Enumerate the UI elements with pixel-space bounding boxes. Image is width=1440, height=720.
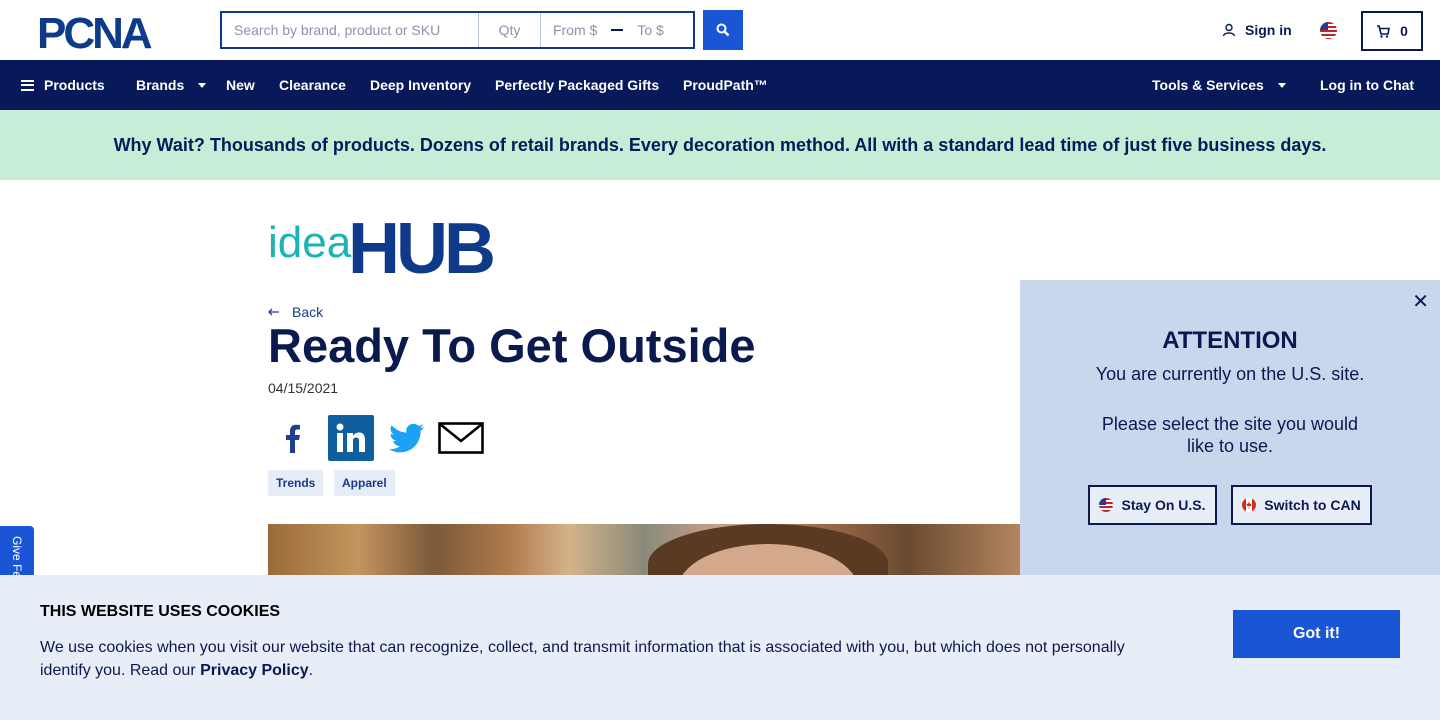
article-date: 04/15/2021 bbox=[268, 380, 339, 396]
caret-down-icon bbox=[198, 82, 207, 88]
arrow-left-icon bbox=[268, 308, 279, 316]
nav-tools-label: Tools & Services bbox=[1152, 77, 1264, 93]
user-icon bbox=[1222, 23, 1236, 37]
close-icon[interactable]: ✕ bbox=[1412, 289, 1429, 314]
nav-deep-inventory-label: Deep Inventory bbox=[370, 77, 472, 93]
stay-us-label: Stay On U.S. bbox=[1121, 497, 1206, 513]
site-select-modal: ✕ ATTENTION You are currently on the U.S… bbox=[1020, 280, 1440, 580]
sign-in-link[interactable]: Sign in bbox=[1222, 22, 1292, 38]
switch-can-button[interactable]: Switch to CAN bbox=[1231, 485, 1372, 525]
chat-login-link[interactable]: Log in to Chat bbox=[1320, 60, 1414, 110]
nav-gifts[interactable]: Perfectly Packaged Gifts bbox=[495, 60, 659, 110]
tag-apparel[interactable]: Apparel bbox=[334, 470, 395, 496]
nav-gifts-label: Perfectly Packaged Gifts bbox=[495, 77, 660, 93]
share-bar bbox=[268, 414, 486, 462]
cart-icon bbox=[1377, 24, 1391, 38]
us-flag-icon bbox=[1099, 498, 1114, 512]
nav-products[interactable]: Products bbox=[21, 60, 105, 110]
cookie-end: . bbox=[308, 662, 314, 679]
price-to-input[interactable]: To $ bbox=[637, 22, 663, 38]
nav-brands[interactable]: Brands bbox=[136, 60, 207, 110]
price-from-input[interactable]: From $ bbox=[553, 22, 597, 38]
nav-clearance[interactable]: Clearance bbox=[279, 60, 346, 110]
promo-text: Why Wait? Thousands of products. Dozens … bbox=[113, 134, 1327, 155]
nav-deep-inventory[interactable]: Deep Inventory bbox=[370, 60, 471, 110]
menu-icon bbox=[21, 79, 34, 91]
qty-input[interactable]: Qty bbox=[479, 13, 541, 47]
us-flag-icon[interactable] bbox=[1320, 22, 1337, 39]
nav-proudpath[interactable]: ProudPath™ bbox=[683, 60, 768, 110]
canada-flag-icon bbox=[1242, 498, 1257, 512]
price-range: From $ To $ bbox=[541, 13, 693, 47]
search-button[interactable] bbox=[703, 10, 743, 50]
got-it-button[interactable]: Got it! bbox=[1233, 610, 1400, 658]
caret-down-icon bbox=[1277, 82, 1286, 88]
stay-us-button[interactable]: Stay On U.S. bbox=[1088, 485, 1217, 525]
linkedin-icon[interactable] bbox=[328, 415, 374, 461]
logo-text: PCNA bbox=[37, 12, 152, 50]
search-icon bbox=[716, 23, 730, 37]
cart-count: 0 bbox=[1400, 23, 1408, 39]
cookie-heading: THIS WEBSITE USES COOKIES bbox=[40, 603, 281, 620]
nav-new-label: New bbox=[226, 77, 255, 93]
nav-proudpath-label: ProudPath™ bbox=[683, 77, 768, 93]
switch-can-label: Switch to CAN bbox=[1264, 497, 1361, 513]
email-icon[interactable] bbox=[436, 415, 486, 461]
cookie-text: We use cookies when you visit our websit… bbox=[40, 636, 1150, 682]
ideahub-logo-part2: HUB bbox=[348, 213, 493, 275]
chat-login-label: Log in to Chat bbox=[1320, 77, 1415, 93]
tag-trends[interactable]: Trends bbox=[268, 470, 324, 496]
article-title: Ready To Get Outside bbox=[268, 319, 756, 372]
cart-button[interactable]: 0 bbox=[1361, 11, 1423, 51]
ideahub-logo-part1: idea bbox=[268, 218, 352, 267]
search-input[interactable]: Search by brand, product or SKU bbox=[222, 13, 479, 47]
promo-banner: Why Wait? Thousands of products. Dozens … bbox=[0, 110, 1440, 180]
attention-line1: You are currently on the U.S. site. bbox=[1095, 364, 1365, 384]
nav-new[interactable]: New bbox=[226, 60, 255, 110]
attention-heading: ATTENTION bbox=[1162, 327, 1298, 354]
sign-in-label: Sign in bbox=[1245, 22, 1292, 38]
attention-line2: Please select the site you would like to… bbox=[1101, 414, 1359, 456]
nav-clearance-label: Clearance bbox=[279, 77, 346, 93]
nav-products-label: Products bbox=[44, 77, 105, 93]
nav-brands-label: Brands bbox=[136, 77, 185, 93]
top-bar: PCNA Search by brand, product or SKU Qty… bbox=[0, 0, 1440, 60]
privacy-policy-link[interactable]: Privacy Policy bbox=[200, 662, 309, 679]
pcna-logo[interactable]: PCNA bbox=[37, 12, 185, 50]
search-bar: Search by brand, product or SKU Qty From… bbox=[220, 11, 695, 49]
main-nav: Products Brands New Clearance Deep Inven… bbox=[0, 60, 1440, 110]
range-dash bbox=[611, 29, 624, 31]
twitter-icon[interactable] bbox=[384, 415, 430, 461]
nav-tools[interactable]: Tools & Services bbox=[1152, 60, 1286, 110]
cookie-banner: THIS WEBSITE USES COOKIES We use cookies… bbox=[0, 575, 1440, 720]
facebook-icon[interactable] bbox=[268, 414, 318, 462]
ideahub-logo[interactable]: idea HUB bbox=[268, 213, 520, 275]
